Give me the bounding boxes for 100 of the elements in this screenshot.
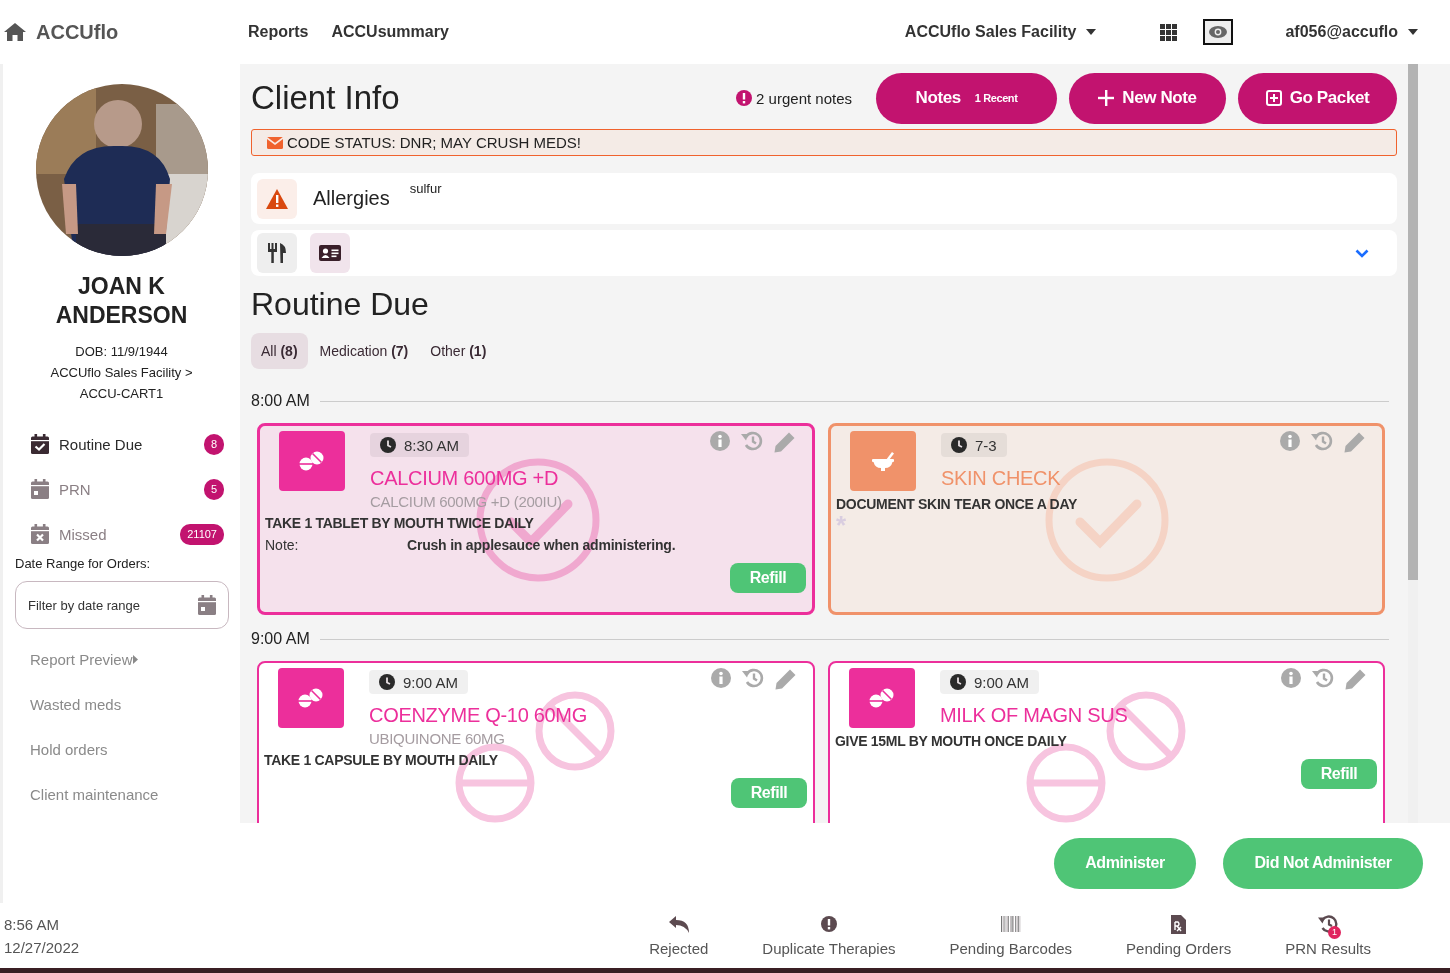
user-dropdown[interactable]: af056@accuflo [1285,23,1418,41]
info-button[interactable] [711,668,731,688]
calendar-check-icon [31,434,49,454]
current-time: 8:56 AM [4,915,61,933]
undo-arrow-icon [668,915,689,933]
item-name: CALCIUM 600MG +D [370,467,560,490]
pencil-icon [774,431,796,453]
medication-card[interactable]: 9:00 AM COENZYME Q-10 60MG UBIQUINONE 60MG TAKE 1 CAPSULE BY MOUTH DAILY Refill [257,661,815,823]
notes-button[interactable]: Notes 1 Recent [876,72,1057,124]
sidebar-item[interactable]: Routine Due 8 [27,426,224,462]
date-range-label: Date Range for Orders: [15,556,152,571]
sidebar-item[interactable]: Missed 21107 [27,516,224,552]
footer-tab[interactable]: Rejected [622,914,736,957]
caret-right-icon [132,654,138,664]
go-packet-button[interactable]: Go Packet [1238,72,1397,124]
code-status-text: CODE STATUS: DNR; MAY CRUSH MEDS! [287,134,581,151]
sidebar-link[interactable]: Wasted meds [30,694,240,714]
brand-name[interactable]: ACCUflo [36,20,119,44]
time-chip: 9:00 AM [940,670,1040,694]
caret-icon [1408,29,1418,35]
alert-icon [820,916,837,932]
nav-link[interactable]: Reports [248,23,309,41]
sidebar-item[interactable]: PRN 5 [27,471,224,507]
history-button[interactable] [742,668,764,688]
count-badge: 21107 [180,523,224,545]
clock-icon [950,674,966,690]
view-toggle-button[interactable] [1203,19,1234,45]
grid-icon [1160,23,1178,41]
section-title: Routine Due [251,286,430,324]
nav-link[interactable]: ACCUsummary [331,23,449,41]
facility-dropdown[interactable]: ACCUflo Sales Facility [904,23,1097,41]
time-group-label: 8:00 AM [251,392,310,410]
chevron-down-icon [1355,248,1369,258]
filter-tab[interactable]: Other (1) [420,333,497,369]
time-chip: 9:00 AM [369,670,469,694]
time-group-label: 9:00 AM [251,630,310,648]
instructions: DOCUMENT SKIN TEAR ONCE A DAY [836,496,1078,512]
filter-tab[interactable]: Medication (7) [309,333,419,369]
sidebar-link[interactable]: Report Preview [30,649,240,669]
footer-tab[interactable]: PRN Results 1 [1258,914,1398,957]
mortar-pestle-icon [872,451,894,471]
medication-card[interactable]: 9:00 AM MILK OF MAGN SUS GIVE 15ML BY MOUTH ONCE DAILY Refill [828,661,1385,823]
history-icon [1311,431,1333,451]
clock-icon [380,437,396,453]
client-name: JOAN K ANDERSON [54,272,189,330]
filter-tab[interactable]: All (8) [251,333,308,369]
recent-count: 1 Recent [974,92,1018,104]
fork-knife-icon [268,243,286,263]
alert-icon [736,90,753,106]
history-button[interactable] [1312,668,1334,688]
generic-name: CALCIUM 600MG +D (200IU) [370,493,563,510]
current-date: 12/27/2022 [4,938,81,956]
history-button[interactable] [741,431,763,451]
history-icon [1312,668,1334,688]
new-note-button[interactable]: New Note [1069,72,1226,124]
note-text: Crush in applesauce when administering. [407,537,676,553]
barcode-icon [1000,916,1021,932]
item-name: MILK OF MAGN SUS [940,704,1129,727]
item-name: SKIN CHECK [941,467,1062,490]
info-button[interactable] [1281,668,1301,688]
generic-name: UBIQUINONE 60MG [369,730,506,747]
eye-icon [1209,26,1228,38]
edit-button[interactable] [775,668,797,690]
pills-icon [298,451,326,471]
sidebar-link[interactable]: Hold orders [30,739,240,759]
client-location: ACCUflo Sales Facility > ACCU-CART1 [49,364,194,403]
id-card-button[interactable] [310,233,350,273]
history-button[interactable] [1311,431,1333,451]
sidebar-link[interactable]: Client maintenance [30,784,240,804]
footer-tab[interactable]: Duplicate Therapies [735,914,923,957]
task-card[interactable]: 7-3 SKIN CHECK DOCUMENT SKIN TEAR ONCE A DAY * [828,423,1385,615]
edit-button[interactable] [1345,668,1367,690]
allergies-label: Allergies [313,187,390,210]
medication-card[interactable]: 8:30 AM CALCIUM 600MG +D CALCIUM 600MG +D (200IU) TAKE 1 TABLET BY MOUTH TWICE DAILY Note: Crush in applesauce when administering. Refill [257,423,815,615]
pencil-icon [1344,431,1366,453]
info-button[interactable] [710,431,730,451]
plus-icon [1098,90,1115,106]
allergy-value: sulfur [409,181,442,196]
plus-square-icon [1265,90,1282,106]
pencil-icon [775,668,797,690]
date-range-field[interactable]: Filter by date range [15,581,229,629]
instructions: GIVE 15ML BY MOUTH ONCE DAILY [835,733,1068,749]
footer-tab[interactable]: Pending Orders [1099,914,1259,957]
calendar-icon [198,595,216,615]
item-name: COENZYME Q-10 60MG [369,704,588,727]
count-badge: 5 [204,478,224,500]
scrollbar[interactable] [1408,64,1418,823]
envelope-icon [267,136,283,149]
prohibited-icon [535,691,615,771]
history-icon [742,668,764,688]
id-card-icon [319,245,341,261]
notification-badge: 1 [1328,925,1342,939]
sidebar-item-label: Missed [59,525,108,543]
info-button[interactable] [1280,431,1300,451]
pills-icon [297,688,325,708]
edit-button[interactable] [774,431,796,453]
edit-button[interactable] [1344,431,1366,453]
footer-tab[interactable]: Pending Barcodes [922,914,1100,957]
diet-button[interactable] [257,233,297,273]
urgent-notes[interactable]: 2 urgent notes [756,89,852,107]
